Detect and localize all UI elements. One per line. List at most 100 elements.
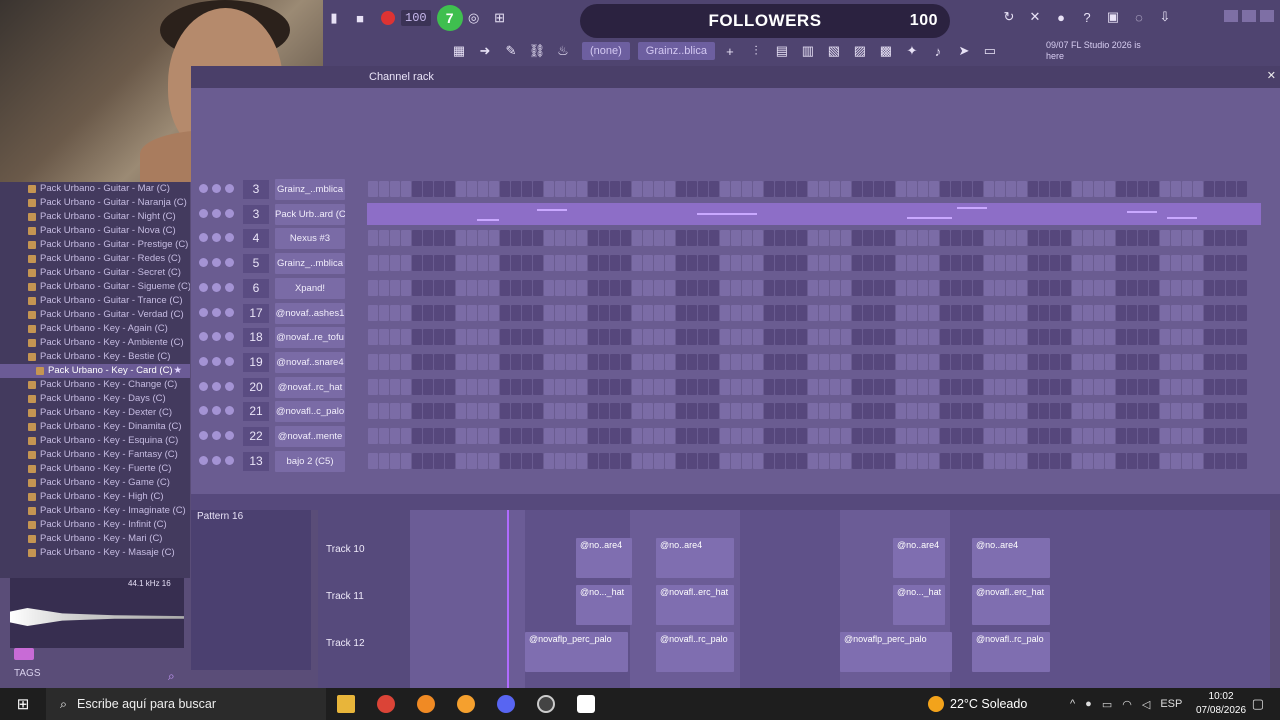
step-button[interactable] [665, 428, 675, 444]
step-button[interactable] [1204, 181, 1214, 197]
step-button[interactable] [709, 181, 719, 197]
step-button[interactable] [577, 329, 587, 346]
step-button[interactable] [412, 279, 422, 296]
step-button[interactable] [434, 378, 444, 395]
step-button[interactable] [500, 452, 510, 469]
step-button[interactable] [1171, 329, 1181, 346]
step-button[interactable] [841, 279, 851, 296]
step-button[interactable] [962, 230, 972, 247]
step-button[interactable] [984, 353, 994, 370]
step-button[interactable] [830, 428, 840, 444]
step-button[interactable] [1105, 403, 1115, 420]
step-button[interactable] [401, 378, 411, 395]
step-button[interactable] [643, 452, 653, 469]
step-button[interactable] [973, 452, 983, 469]
step-button[interactable] [808, 181, 818, 197]
step-button[interactable] [522, 255, 532, 272]
step-button[interactable] [1237, 403, 1247, 420]
step-button[interactable] [885, 403, 895, 420]
step-button[interactable] [522, 428, 532, 444]
step-button[interactable] [929, 428, 939, 444]
step-button[interactable] [841, 353, 851, 370]
step-button[interactable] [951, 230, 961, 247]
step-button[interactable] [544, 329, 554, 346]
step-button[interactable] [566, 353, 576, 370]
browser-item[interactable]: Pack Urbano - Key - Esquina (C) [0, 434, 190, 448]
step-button[interactable] [1127, 279, 1137, 296]
step-button[interactable] [709, 230, 719, 247]
browser-item[interactable]: Pack Urbano - Key - Game (C) [0, 476, 190, 490]
step-button[interactable] [588, 378, 598, 395]
step-button[interactable] [808, 279, 818, 296]
step-button[interactable] [1171, 353, 1181, 370]
step-button[interactable] [1127, 353, 1137, 370]
step-button[interactable] [885, 329, 895, 346]
step-button[interactable] [764, 452, 774, 469]
browser-item[interactable]: Pack Urbano - Key - Dexter (C) [0, 406, 190, 420]
step-button[interactable] [1160, 304, 1170, 321]
mute-led[interactable] [199, 455, 208, 465]
step-button[interactable] [1083, 428, 1093, 444]
step-button[interactable] [588, 329, 598, 346]
step-button[interactable] [874, 304, 884, 321]
step-button[interactable] [863, 304, 873, 321]
step-button[interactable] [1237, 452, 1247, 469]
step-button[interactable] [885, 181, 895, 197]
mute-led[interactable] [199, 233, 208, 243]
step-button[interactable] [511, 452, 521, 469]
caret-up-icon[interactable]: ^ [1070, 698, 1075, 710]
step-button[interactable] [1171, 428, 1181, 444]
step-button[interactable] [610, 181, 620, 197]
volume-knob[interactable] [225, 332, 234, 342]
tools-icon[interactable]: ✕ [1024, 6, 1046, 28]
step-button[interactable] [632, 255, 642, 272]
step-button[interactable] [775, 403, 785, 420]
step-button[interactable] [742, 428, 752, 444]
step-button[interactable] [1072, 230, 1082, 247]
step-button[interactable] [489, 230, 499, 247]
step-button[interactable] [797, 230, 807, 247]
stamp-icon[interactable]: ♨ [552, 40, 574, 62]
step-button[interactable] [742, 255, 752, 272]
step-button[interactable] [742, 378, 752, 395]
step-button[interactable] [896, 378, 906, 395]
channel-name-button[interactable]: @novaf..ashes1 [275, 302, 345, 324]
step-button[interactable] [1171, 452, 1181, 469]
step-button[interactable] [973, 230, 983, 247]
step-button[interactable] [1160, 428, 1170, 444]
step-button[interactable] [489, 181, 499, 197]
chrome-icon[interactable] [366, 688, 406, 720]
step-button[interactable] [1050, 255, 1060, 272]
step-button[interactable] [588, 181, 598, 197]
panel-splitter[interactable] [191, 494, 1280, 510]
step-button[interactable] [1116, 279, 1126, 296]
step-button[interactable] [819, 329, 829, 346]
step-button[interactable] [533, 304, 543, 321]
mixer-track-number[interactable]: 6 [243, 278, 269, 298]
step-button[interactable] [555, 255, 565, 272]
browser-item[interactable]: Pack Urbano - Guitar - Nova (C) [0, 224, 190, 238]
step-button[interactable] [1193, 279, 1203, 296]
step-button[interactable] [863, 452, 873, 469]
pan-knob[interactable] [212, 282, 221, 292]
file-explorer-icon[interactable] [326, 688, 366, 720]
step-button[interactable] [852, 329, 862, 346]
step-button[interactable] [775, 329, 785, 346]
step-button[interactable] [511, 255, 521, 272]
step-button[interactable] [621, 230, 631, 247]
channel-rack-icon[interactable]: ▥ [797, 40, 819, 62]
fl-studio-active-icon[interactable] [446, 688, 486, 720]
volume-knob[interactable] [225, 208, 234, 218]
volume-knob[interactable] [225, 356, 234, 366]
step-button[interactable] [500, 230, 510, 247]
step-button[interactable] [654, 329, 664, 346]
step-button[interactable] [478, 452, 488, 469]
tags-label[interactable]: TAGS [14, 668, 40, 679]
step-button[interactable] [610, 403, 620, 420]
step-button[interactable] [819, 304, 829, 321]
step-button[interactable] [720, 452, 730, 469]
step-button[interactable] [962, 403, 972, 420]
language-indicator[interactable]: ESP [1160, 698, 1182, 710]
channel-name-button[interactable]: bajo 2 (C5) [275, 450, 345, 472]
step-button[interactable] [467, 329, 477, 346]
